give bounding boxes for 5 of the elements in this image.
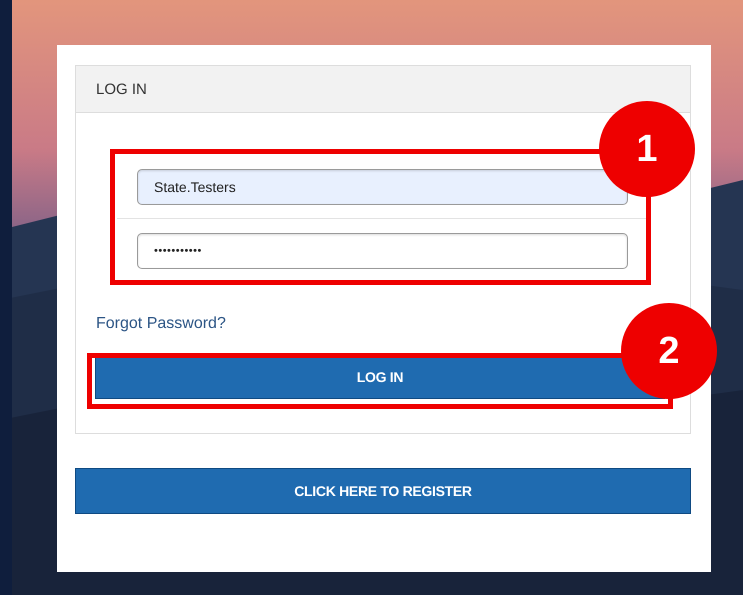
- panel-title: LOG IN: [96, 80, 147, 98]
- username-field[interactable]: State.Testers: [137, 169, 628, 205]
- password-field[interactable]: •••••••••••: [137, 233, 628, 269]
- forgot-password-link[interactable]: Forgot Password?: [96, 315, 226, 333]
- register-button[interactable]: CLICK HERE TO REGISTER: [75, 468, 691, 514]
